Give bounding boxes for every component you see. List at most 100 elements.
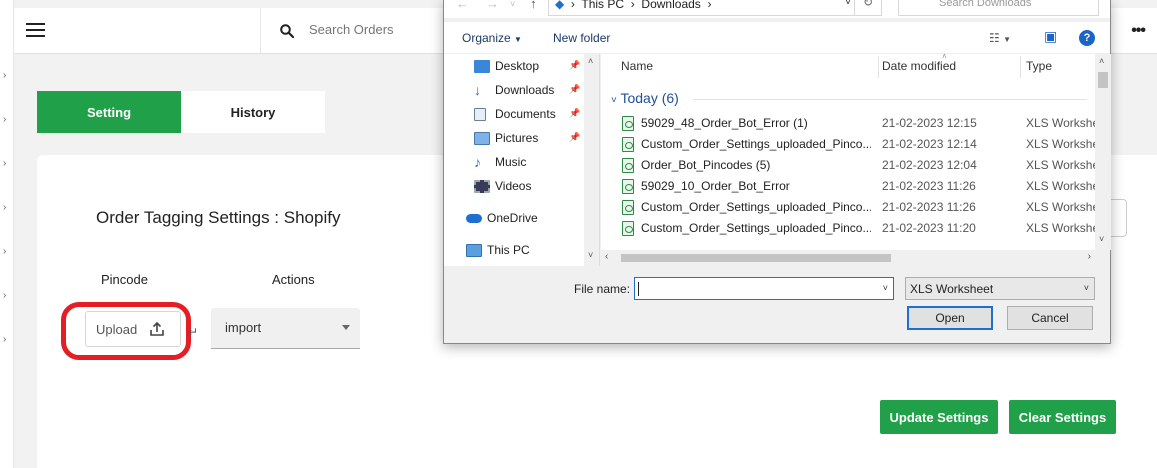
nav-item-pictures[interactable]: Pictures: [474, 128, 538, 148]
pin-icon[interactable]: 📌: [569, 108, 580, 119]
cancel-button[interactable]: Cancel: [1007, 306, 1093, 330]
download-arrow-icon: ↓: [474, 81, 481, 98]
scroll-up-icon[interactable]: ˄: [1099, 56, 1104, 66]
nav-item-this-pc[interactable]: This PC: [466, 240, 530, 260]
nav-pane-scrollbar[interactable]: ˄ ˅: [584, 54, 599, 266]
file-name: Custom_Order_Settings_uploaded_Pinco...: [641, 221, 871, 235]
chevron-right-icon[interactable]: ›: [3, 290, 6, 301]
address-bar[interactable]: ◆ › This PC › Downloads › ˅: [548, 0, 858, 16]
column-header-date[interactable]: Date modified: [882, 59, 956, 73]
hamburger-menu-icon[interactable]: [26, 23, 45, 37]
file-row[interactable]: Order_Bot_Pincodes (5) 21-02-2023 12:04 XL…: [601, 155, 1110, 176]
nav-item-videos[interactable]: Videos: [474, 176, 531, 196]
group-divider: [693, 99, 1087, 100]
scroll-down-icon[interactable]: ˅: [588, 250, 593, 260]
preview-pane-icon[interactable]: ▣: [1044, 28, 1057, 45]
new-folder-button[interactable]: New folder: [553, 31, 610, 45]
chevron-right-icon[interactable]: ›: [3, 158, 6, 169]
chevron-right-icon[interactable]: ›: [3, 246, 6, 257]
xls-file-icon: [622, 221, 634, 236]
back-arrow-icon[interactable]: ←: [456, 0, 469, 11]
actions-column-label: Actions: [272, 272, 315, 287]
more-options-icon[interactable]: •••: [1131, 22, 1146, 40]
file-row[interactable]: 59029_10_Order_Bot_Error 21-02-2023 11:26…: [601, 176, 1110, 197]
up-arrow-icon[interactable]: ↑: [530, 0, 537, 11]
file-row[interactable]: 59029_48_Order_Bot_Error (1) 21-02-2023 1…: [601, 113, 1110, 134]
breadcrumb-separator: ›: [567, 0, 579, 11]
scroll-right-icon[interactable]: ›: [1088, 251, 1091, 262]
chevron-down-icon[interactable]: ˅: [845, 0, 851, 8]
help-icon[interactable]: ?: [1079, 30, 1095, 46]
reset-icon[interactable]: ↵: [188, 325, 198, 339]
open-button[interactable]: Open: [907, 306, 993, 330]
tab-history[interactable]: History: [181, 91, 325, 133]
column-separator[interactable]: [878, 56, 879, 78]
pin-icon[interactable]: 📌: [569, 132, 580, 143]
chevron-right-icon[interactable]: ›: [3, 202, 6, 213]
desktop-icon: [474, 59, 490, 73]
horizontal-scrollbar[interactable]: ‹ ›: [601, 250, 1095, 266]
column-header-type[interactable]: Type: [1026, 59, 1052, 73]
breadcrumb-downloads[interactable]: Downloads: [641, 0, 700, 11]
recent-locations-icon[interactable]: ˅: [510, 0, 515, 9]
scroll-down-icon[interactable]: ˅: [1099, 234, 1104, 244]
actions-select[interactable]: import: [211, 308, 360, 349]
file-row[interactable]: Custom_Order_Settings_uploaded_Pinco... 2…: [601, 197, 1110, 218]
scrollbar-thumb[interactable]: [1098, 72, 1108, 88]
file-name-input[interactable]: ˅: [634, 277, 894, 300]
nav-item-label: Documents: [495, 107, 556, 121]
nav-item-label: Music: [495, 155, 527, 169]
caret-down-icon: ▼: [514, 35, 522, 44]
video-icon: [474, 179, 490, 193]
column-separator[interactable]: [1020, 56, 1021, 78]
file-name: Custom_Order_Settings_uploaded_Pinco...: [641, 200, 871, 214]
update-settings-button[interactable]: Update Settings: [880, 400, 998, 434]
chevron-right-icon[interactable]: ›: [3, 334, 6, 345]
column-header-name[interactable]: Name: [621, 59, 653, 73]
pc-icon: ◆: [555, 0, 565, 11]
file-list-pane: Name Date modified Type ˄ ˅ Today (6) 59…: [601, 54, 1110, 250]
file-row[interactable]: Custom_Order_Settings_uploaded_Pinco... 2…: [601, 218, 1110, 239]
file-row[interactable]: Custom_Order_Settings_uploaded_Pinco... 2…: [601, 134, 1110, 155]
tab-setting[interactable]: Setting: [37, 91, 181, 133]
nav-item-label: Pictures: [495, 131, 539, 145]
search-downloads-placeholder: Search Downloads: [939, 0, 1032, 9]
chevron-down-icon: ˅: [1083, 283, 1089, 293]
music-note-icon: ♪: [474, 153, 481, 170]
nav-item-downloads[interactable]: ↓ Downloads: [474, 80, 554, 100]
file-open-dialog: ← → ˅ ↑ ◆ › This PC › Downloads › ˅ ↻ Se…: [443, 0, 1111, 344]
picture-icon: [474, 131, 490, 145]
scroll-left-icon[interactable]: ‹: [605, 251, 608, 262]
view-options-icon[interactable]: ☷ ▼: [989, 31, 1011, 45]
pin-icon[interactable]: 📌: [569, 84, 580, 95]
pin-icon[interactable]: 📌: [569, 60, 580, 71]
file-list-scrollbar[interactable]: ˄ ˅: [1095, 54, 1111, 250]
chevron-right-icon[interactable]: ›: [3, 114, 6, 125]
chevron-right-icon[interactable]: ›: [3, 70, 6, 81]
search-orders-input[interactable]: [309, 22, 439, 37]
nav-item-label: Downloads: [495, 83, 555, 97]
nav-item-desktop[interactable]: Desktop: [474, 56, 539, 76]
refresh-button[interactable]: ↻: [854, 0, 882, 16]
group-header-today[interactable]: ˅ Today (6): [611, 90, 679, 106]
breadcrumb-this-pc[interactable]: This PC: [581, 0, 624, 11]
scrollbar-thumb[interactable]: [621, 254, 891, 262]
organize-button[interactable]: Organize ▼: [462, 31, 522, 45]
chevron-down-icon: ˅: [611, 95, 617, 106]
nav-item-music[interactable]: ♪ Music: [474, 152, 526, 172]
nav-item-documents[interactable]: Documents: [474, 104, 556, 124]
clear-settings-button[interactable]: Clear Settings: [1009, 400, 1116, 434]
caret-down-icon: [342, 325, 350, 330]
file-type-select[interactable]: XLS Worksheet ˅: [905, 277, 1095, 300]
pincode-column-label: Pincode: [101, 272, 148, 287]
search-downloads-input[interactable]: Search Downloads: [898, 0, 1099, 16]
file-name: Custom_Order_Settings_uploaded_Pinco...: [641, 137, 871, 151]
settings-tabs: Setting History: [37, 91, 325, 133]
chevron-down-icon[interactable]: ˅: [883, 283, 888, 293]
address-row: ← → ˅ ↑ ◆ › This PC › Downloads › ˅ ↻ Se…: [444, 0, 1110, 18]
forward-arrow-icon[interactable]: →: [486, 0, 499, 11]
scroll-up-icon[interactable]: ˄: [588, 56, 593, 66]
nav-item-onedrive[interactable]: OneDrive: [466, 208, 538, 228]
file-name: 59029_10_Order_Bot_Error: [641, 179, 790, 193]
file-date: 21-02-2023 12:04: [882, 158, 977, 172]
